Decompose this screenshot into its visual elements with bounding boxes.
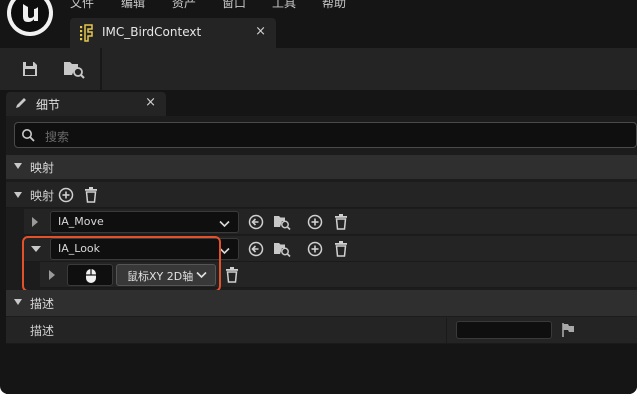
mappings-category-header[interactable]: 映射 — [6, 155, 637, 179]
search-icon — [21, 128, 35, 145]
plus-circle-icon — [307, 214, 323, 230]
mappings-property-row: 映射 — [6, 182, 637, 208]
details-tab-close-icon[interactable]: × — [145, 95, 156, 110]
collapse-arrow-icon[interactable] — [14, 163, 22, 169]
add-key-button[interactable] — [306, 213, 324, 231]
asset-toolbar — [0, 48, 637, 90]
mappings-category-label: 映射 — [30, 161, 55, 175]
description-property-label: 描述 — [30, 324, 55, 338]
use-selected-asset-button[interactable] — [247, 240, 265, 258]
menu-edit[interactable]: 编辑 — [121, 0, 145, 11]
plus-circle-icon — [307, 241, 323, 257]
browse-asset-button[interactable] — [273, 240, 291, 258]
trash-icon — [335, 214, 347, 230]
highlight-annotation — [22, 236, 221, 292]
remove-key-button[interactable] — [223, 266, 241, 284]
document-tab[interactable]: IMC_BirdContext × — [70, 18, 276, 48]
add-key-button[interactable] — [306, 240, 324, 258]
save-icon — [23, 62, 37, 76]
search-placeholder: 搜索 — [45, 130, 70, 144]
menu-tools[interactable]: 工具 — [272, 0, 296, 11]
clear-mappings-button[interactable] — [82, 186, 100, 204]
description-text-field[interactable] — [456, 321, 552, 339]
input-action-dropdown-ia-move[interactable]: IA_Move — [50, 211, 239, 233]
browse-asset-button[interactable] — [273, 213, 291, 231]
menu-help[interactable]: 帮助 — [322, 0, 346, 11]
remove-mapping-button[interactable] — [332, 213, 350, 231]
menu-asset[interactable]: 资产 — [172, 0, 196, 11]
collapse-arrow-icon[interactable] — [14, 299, 22, 305]
trash-icon — [335, 241, 347, 257]
localization-flag-icon[interactable] — [559, 321, 577, 339]
trash-icon — [85, 187, 97, 203]
arrow-left-circle-icon — [248, 241, 264, 257]
browse-folder-icon — [274, 216, 291, 230]
details-search-box[interactable]: 搜索 — [14, 122, 637, 148]
chevron-down-icon — [219, 217, 230, 231]
menu-file[interactable]: 文件 — [70, 0, 94, 11]
menu-bar: 文件 编辑 资产 窗口 工具 帮助 — [0, 0, 637, 12]
browse-in-content-browser-icon — [64, 62, 85, 79]
menu-window[interactable]: 窗口 — [222, 0, 246, 11]
details-tab[interactable]: 细节 × — [6, 92, 166, 116]
document-tab-title: IMC_BirdContext — [102, 25, 202, 39]
arrow-left-circle-icon — [248, 214, 264, 230]
toolbar-separator — [100, 48, 102, 90]
trash-icon — [226, 267, 238, 283]
pencil-icon — [14, 96, 28, 113]
use-selected-asset-button[interactable] — [247, 213, 265, 231]
remove-mapping-button[interactable] — [332, 240, 350, 258]
expand-arrow-icon[interactable] — [14, 192, 22, 198]
expand-arrow-icon[interactable] — [32, 217, 38, 227]
column-divider[interactable] — [446, 318, 447, 344]
save-button[interactable] — [17, 56, 43, 82]
description-category-header[interactable]: 描述 — [6, 290, 637, 316]
input-mapping-context-icon — [79, 24, 95, 45]
document-tab-strip: IMC_BirdContext × — [0, 12, 637, 48]
plus-circle-icon — [58, 187, 74, 203]
editor-window: 文件 编辑 资产 窗口 工具 帮助 IMC_BirdContext × 细节 ×… — [0, 0, 637, 394]
add-mapping-button[interactable] — [57, 186, 75, 204]
input-action-value: IA_Move — [58, 215, 104, 228]
panel-empty-area — [6, 344, 637, 394]
document-tab-close-icon[interactable]: × — [255, 24, 266, 39]
mappings-property-label: 映射 — [30, 189, 55, 203]
browse-folder-icon — [274, 243, 291, 257]
browse-button[interactable] — [61, 56, 87, 82]
details-tab-strip: 细节 × — [0, 90, 637, 116]
details-tab-title: 细节 — [36, 98, 61, 112]
description-category-label: 描述 — [30, 297, 55, 311]
